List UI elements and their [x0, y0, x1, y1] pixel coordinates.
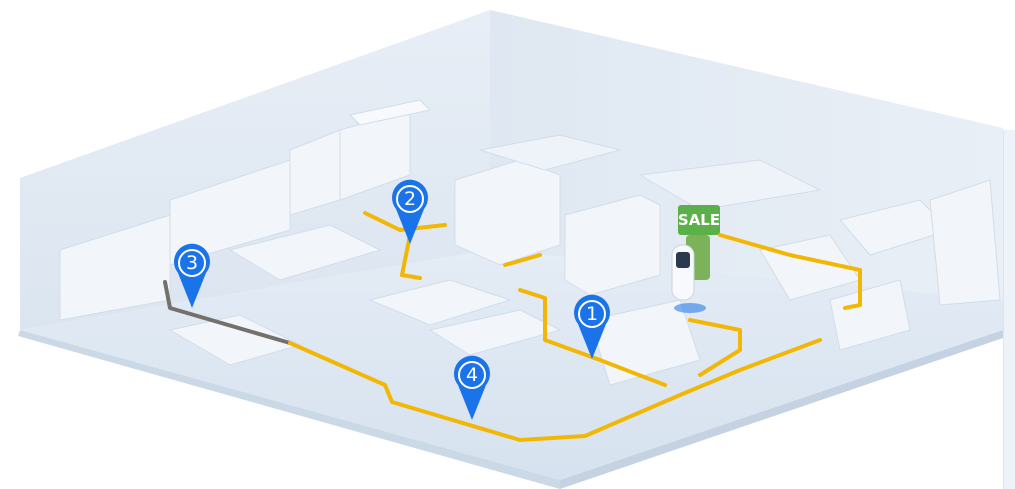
wall-sign: Meat: [547, 70, 579, 85]
center-shelf: [454, 159, 561, 266]
robot-screen: [676, 252, 690, 268]
pin-number-label: 2: [404, 188, 416, 210]
pin-number-label: 3: [186, 252, 198, 274]
wine-shelf: [929, 179, 1001, 306]
pin-number-label: 4: [466, 364, 478, 386]
pin-number-label: 1: [586, 303, 598, 325]
store-floor-map: Meat SALE 1234: [18, 10, 1003, 489]
sale-sign-text: SALE: [678, 211, 720, 229]
robot-base-glow: [674, 303, 706, 313]
